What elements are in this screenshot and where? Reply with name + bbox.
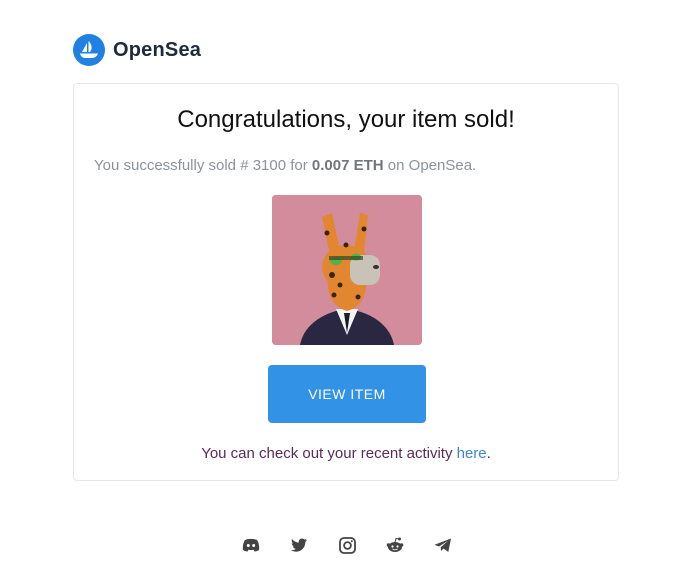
- activity-message: You can check out your recent activity h…: [74, 445, 618, 462]
- activity-suffix: .: [486, 445, 491, 462]
- twitter-icon[interactable]: [289, 535, 309, 555]
- sale-message-suffix: on OpenSea.: [383, 157, 477, 174]
- activity-link[interactable]: here: [457, 445, 487, 462]
- sale-price: 0.007 ETH: [311, 157, 384, 174]
- brand-name[interactable]: OpenSea: [113, 39, 201, 62]
- discord-icon[interactable]: [241, 535, 261, 555]
- sale-message-prefix: You successfully sold # 3100 for: [94, 157, 312, 174]
- activity-prefix: You can check out your recent activity: [201, 445, 457, 462]
- telegram-icon[interactable]: [433, 535, 453, 555]
- header: OpenSea: [73, 34, 201, 66]
- social-links: [241, 535, 481, 555]
- nft-item-image[interactable]: [272, 195, 422, 345]
- instagram-icon[interactable]: [337, 535, 357, 555]
- sale-card: Congratulations, your item sold! You suc…: [73, 83, 619, 481]
- sale-message: You successfully sold # 3100 for 0.007 E…: [94, 157, 476, 174]
- reddit-icon[interactable]: [385, 535, 405, 555]
- opensea-logo-icon[interactable]: [73, 34, 105, 66]
- page-title: Congratulations, your item sold!: [177, 106, 515, 133]
- view-item-button[interactable]: VIEW ITEM: [268, 365, 426, 423]
